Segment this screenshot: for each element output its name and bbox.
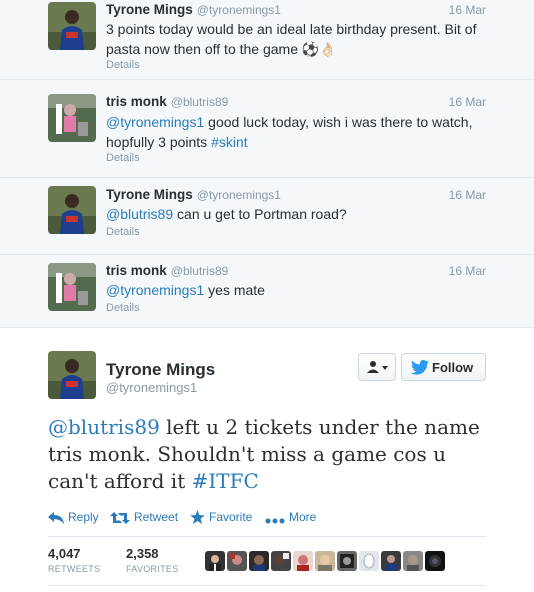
- details-link[interactable]: Details: [106, 302, 140, 314]
- tweet-author-name[interactable]: Tyrone Mings: [106, 187, 193, 202]
- details-link[interactable]: Details: [106, 226, 140, 238]
- divider: [48, 536, 486, 537]
- author-name[interactable]: Tyrone Mings: [106, 360, 215, 380]
- avatar[interactable]: [48, 186, 96, 234]
- tweet-author-name[interactable]: Tyrone Mings: [106, 2, 193, 17]
- tweet-4[interactable]: tris monk @blutris89 16 Mar @tyronemings1…: [0, 255, 534, 327]
- avatar[interactable]: [293, 551, 313, 571]
- reply-icon: [48, 512, 64, 524]
- avatar[interactable]: [48, 351, 96, 399]
- tweet-author-name[interactable]: tris monk: [106, 263, 167, 278]
- more-label: More: [289, 510, 317, 524]
- avatar[interactable]: [359, 551, 379, 571]
- favorite-button[interactable]: Favorite: [190, 510, 252, 524]
- tweet-text: @tyronemings1 yes mate: [106, 282, 265, 298]
- avatar[interactable]: [425, 551, 445, 571]
- tweet-1[interactable]: Tyrone Mings @tyronemings1 16 Mar 3 point…: [0, 0, 534, 80]
- mention-link[interactable]: @blutris89: [106, 206, 173, 222]
- retweets-count: 4,047: [48, 546, 81, 561]
- retweet-label: Retweet: [134, 510, 179, 524]
- tweet-time[interactable]: 16 Mar: [449, 3, 486, 17]
- user-dropdown-icon: [367, 361, 388, 373]
- reply-label: Reply: [68, 510, 99, 524]
- tweet-author-handle[interactable]: @tyronemings1: [197, 188, 281, 202]
- avatar[interactable]: [337, 551, 357, 571]
- follow-label: Follow: [432, 360, 474, 375]
- avatar[interactable]: [271, 551, 291, 571]
- avatar[interactable]: [205, 551, 225, 571]
- conversation-thread: Tyrone Mings @tyronemings1 16 Mar 3 point…: [0, 0, 534, 327]
- avatar[interactable]: [249, 551, 269, 571]
- follow-button[interactable]: Follow: [401, 353, 486, 381]
- favorites-label: FAVORITES: [126, 564, 179, 574]
- avatar[interactable]: [315, 551, 335, 571]
- retweets-stat[interactable]: 4,047 RETWEETS: [48, 546, 100, 574]
- mention-link[interactable]: @tyronemings1: [106, 282, 204, 298]
- tweet-text: @blutris89 can u get to Portman road?: [106, 206, 347, 222]
- expanded-tweet: Tyrone Mings @tyronemings1 Follow @blutr…: [0, 327, 534, 592]
- retweet-icon: [110, 512, 130, 524]
- avatar[interactable]: [48, 2, 96, 50]
- user-actions-button[interactable]: [358, 353, 396, 381]
- hashtag-link[interactable]: #skint: [211, 134, 248, 150]
- tweet-author-handle[interactable]: @blutris89: [171, 264, 229, 278]
- mention-link[interactable]: @tyronemings1: [106, 114, 204, 130]
- twitter-bird-icon: [411, 360, 429, 375]
- tweet-text: @blutris89 left u 2 tickets under the na…: [48, 415, 480, 493]
- retweet-button[interactable]: Retweet: [110, 510, 178, 524]
- divider: [48, 585, 486, 586]
- tweet-2[interactable]: tris monk @blutris89 16 Mar @tyronemings1…: [0, 80, 534, 178]
- more-dots-icon: [265, 518, 285, 524]
- retweets-label: RETWEETS: [48, 564, 101, 574]
- favorites-count: 2,358: [126, 546, 159, 561]
- avatar[interactable]: [227, 551, 247, 571]
- author-handle[interactable]: @tyronemings1: [106, 380, 197, 395]
- tweet-time[interactable]: 16 Mar: [449, 188, 486, 202]
- more-button[interactable]: More: [265, 510, 316, 524]
- reply-button[interactable]: Reply: [48, 510, 99, 524]
- details-link[interactable]: Details: [106, 152, 140, 164]
- favorites-stat[interactable]: 2,358 FAVORITES: [126, 546, 179, 574]
- tweet-author-handle[interactable]: @tyronemings1: [197, 3, 281, 17]
- tweet-author-handle[interactable]: @blutris89: [171, 95, 229, 109]
- star-icon: [190, 510, 205, 524]
- avatar[interactable]: [48, 263, 96, 311]
- tweet-time[interactable]: 16 Mar: [449, 264, 486, 278]
- avatar[interactable]: [381, 551, 401, 571]
- tweet-author-name[interactable]: tris monk: [106, 94, 167, 109]
- tweet-time[interactable]: 16 Mar: [449, 95, 486, 109]
- tweet-text: 3 points today would be an ideal late bi…: [106, 21, 477, 57]
- mention-link[interactable]: @blutris89: [48, 415, 160, 439]
- details-link[interactable]: Details: [106, 59, 140, 71]
- hashtag-link[interactable]: #ITFC: [192, 469, 259, 493]
- emoji: ⚽👌🏻: [301, 41, 337, 57]
- avatar[interactable]: [48, 94, 96, 142]
- tweet-text: @tyronemings1 good luck today, wish i wa…: [106, 114, 473, 150]
- tweet-3[interactable]: Tyrone Mings @tyronemings1 16 Mar @blutri…: [0, 178, 534, 255]
- favorite-label: Favorite: [209, 510, 253, 524]
- avatar[interactable]: [403, 551, 423, 571]
